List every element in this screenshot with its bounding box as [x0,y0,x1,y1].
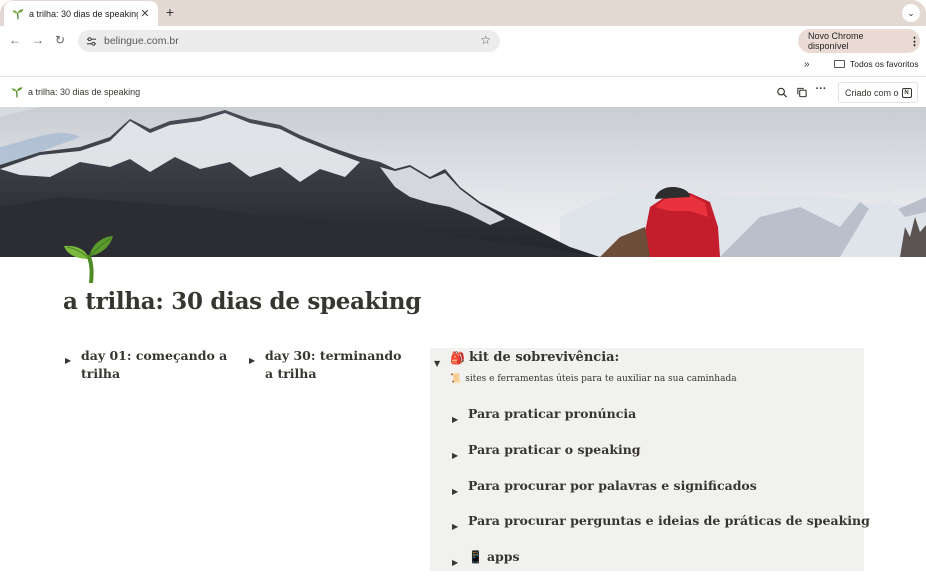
notion-logo-icon: N [901,87,912,98]
toggle-pronuncia[interactable]: ▶ Para praticar pronúncia [452,405,636,428]
sprout-icon [12,8,24,19]
toggle-label: day 01: começando a trilha [81,348,228,381]
search-icon[interactable] [775,87,789,98]
toggle-arrow-icon[interactable]: ▶ [249,347,265,383]
toggle-palavras[interactable]: ▶ Para procurar por palavras e significa… [452,477,757,500]
created-with-notion-button[interactable]: Criado com o N [838,82,918,103]
bookmarks-overflow-icon[interactable]: » [804,59,810,70]
toggle-perguntas[interactable]: ▶ Para procurar perguntas e ideias de pr… [452,512,870,535]
bookmark-star-icon[interactable]: ☆ [480,33,491,47]
mountain-landscape-image [0,107,926,257]
toggle-arrow-icon[interactable]: ▶ [452,512,468,535]
toggle-label: kit de sobrevivência: [468,350,620,365]
toggle-kit[interactable]: ▼ 🎒 kit de sobrevivência: [434,349,619,372]
toggle-apps[interactable]: ▶ 📱 apps [452,548,520,571]
toggle-arrow-icon[interactable]: ▼ [434,349,450,372]
created-label: Criado com o [845,87,899,98]
scroll-icon: 📜 [450,374,462,384]
cover-image [0,107,926,257]
tab-strip: a trilha: 30 dias de speaking ✕ + ⌄ [0,0,926,26]
more-options-icon[interactable]: ··· [814,83,828,95]
toggle-arrow-icon[interactable]: ▶ [452,405,468,428]
sprout-icon[interactable] [62,233,114,283]
folder-icon [834,60,845,68]
address-bar[interactable]: belingue.com.br ☆ [78,30,500,52]
toggle-day30[interactable]: ▶ day 30: terminando a trilha [249,347,409,383]
sprout-icon [11,87,23,98]
url-text[interactable]: belingue.com.br [104,35,179,47]
toggle-label: day 30: terminando a trilha [265,348,402,381]
tab-title: a trilha: 30 dias de speaking [29,8,138,19]
update-label: Novo Chrome disponível [808,31,864,51]
toggle-label: Para procurar perguntas e ideias de prát… [468,513,870,528]
breadcrumb-title: a trilha: 30 dias de speaking [28,87,141,97]
backpack-icon: 🎒 [450,351,465,365]
toggle-arrow-icon[interactable]: ▶ [452,548,468,571]
back-icon[interactable]: ← [8,33,22,47]
toggle-day01[interactable]: ▶ day 01: começando a trilha [65,347,230,383]
toggle-label: Para procurar por palavras e significado… [468,478,757,493]
mobile-phone-icon: 📱 [468,550,483,564]
toggle-label: apps [486,549,520,564]
toggle-label: Para praticar o speaking [468,442,641,457]
breadcrumb[interactable]: a trilha: 30 dias de speaking [11,86,140,98]
toggle-arrow-icon[interactable]: ▶ [452,477,468,500]
toggle-speaking[interactable]: ▶ Para praticar o speaking [452,441,641,464]
notion-topbar: a trilha: 30 dias de speaking ··· Criado… [0,78,926,107]
bookmarks-folder-label: Todos os favoritos [850,59,919,69]
kit-subtitle-text: sites e ferramentas úteis para te auxili… [465,374,737,384]
duplicate-icon[interactable] [795,87,809,98]
toggle-arrow-icon[interactable]: ▶ [65,347,81,383]
chrome-update-button[interactable]: Novo Chrome disponível ⋮ [798,29,920,53]
tab-search-icon[interactable]: ⌄ [902,4,920,22]
page-title[interactable]: a trilha: 30 dias de speaking [63,288,421,315]
close-icon[interactable]: ✕ [138,7,152,20]
bookmarks-bar: » Todos os favoritos [0,56,926,77]
site-settings-icon[interactable] [84,34,98,48]
new-tab-button[interactable]: + [163,4,177,20]
reload-icon[interactable]: ↻ [53,33,67,47]
browser-toolbar: ← → ↻ belingue.com.br ☆ Novo Chrome disp… [0,26,926,56]
forward-icon[interactable]: → [31,33,45,47]
toggle-label: Para praticar pronúncia [468,406,637,421]
kit-subtitle: 📜 sites e ferramentas úteis para te auxi… [450,374,737,384]
menu-kebab-icon[interactable]: ⋮ [909,35,920,48]
bookmarks-folder[interactable]: Todos os favoritos [834,59,919,69]
toggle-arrow-icon[interactable]: ▶ [452,441,468,464]
browser-tab-active[interactable]: a trilha: 30 dias de speaking ✕ [4,1,158,26]
